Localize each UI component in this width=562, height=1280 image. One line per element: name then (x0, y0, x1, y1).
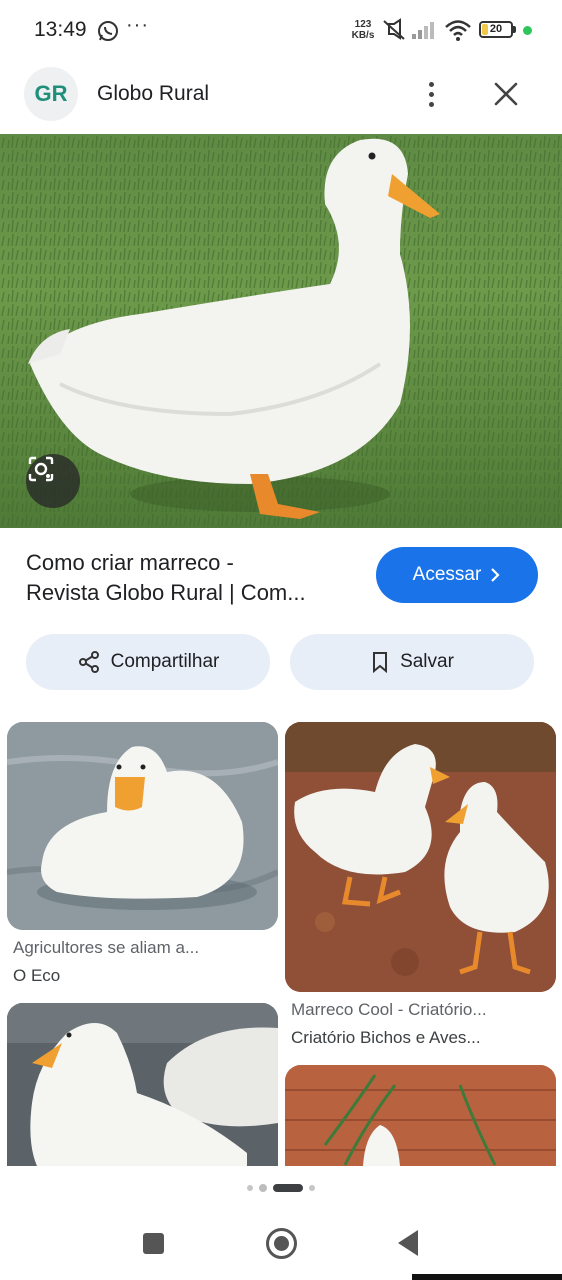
result-title[interactable]: Como criar marreco - Revista Globo Rural… (26, 548, 356, 608)
back-icon[interactable] (398, 1230, 418, 1256)
pager-dot-active (273, 1184, 303, 1192)
pager-dot (247, 1185, 253, 1191)
lens-icon[interactable] (26, 454, 80, 508)
signal-icon (412, 22, 434, 39)
duck-closeup-photo (7, 1003, 278, 1166)
wifi-icon (445, 20, 471, 41)
home-icon[interactable] (266, 1228, 297, 1259)
visit-button[interactable]: Acessar (376, 547, 538, 603)
whatsapp-icon (98, 21, 118, 41)
battery-level: 20 (489, 23, 503, 35)
pager-dot (259, 1184, 267, 1192)
duck-by-brick-wall-photo (285, 1065, 556, 1166)
status-time: 13:49 (34, 18, 87, 41)
related-image-3[interactable] (7, 1003, 278, 1166)
network-speed-value: 123 (354, 19, 372, 30)
duck-photo (0, 134, 562, 528)
save-button[interactable]: Salvar (290, 634, 534, 690)
recent-apps-icon[interactable] (143, 1233, 164, 1254)
viewer-header: GR Globo Rural (0, 62, 562, 134)
related-image-1[interactable] (7, 722, 278, 930)
system-nav-bar (0, 1210, 562, 1280)
duck-in-water-photo (7, 722, 278, 930)
save-label: Salvar (400, 651, 454, 672)
two-ducks-photo (285, 722, 556, 992)
related-title-2[interactable]: Marreco Cool - Criatório... (291, 1000, 487, 1020)
main-image[interactable] (0, 134, 562, 528)
more-vert-icon[interactable] (418, 76, 444, 112)
share-button[interactable]: Compartilhar (26, 634, 270, 690)
battery-icon: 20 (479, 21, 513, 38)
privacy-indicator-dot (523, 26, 532, 35)
result-title-line-2: Revista Globo Rural | Com... (26, 580, 306, 605)
related-image-2[interactable] (285, 722, 556, 992)
chevron-right-icon (491, 568, 500, 582)
related-source-2: Criatório Bichos e Aves... (291, 1028, 481, 1047)
network-speed-unit: KB/s (351, 30, 375, 41)
status-bar: 13:49 ··· 123 KB/s 20 (0, 0, 562, 62)
site-name[interactable]: Globo Rural (97, 82, 209, 106)
mute-icon (383, 18, 405, 40)
related-title-1[interactable]: Agricultores se aliam a... (13, 938, 199, 958)
related-image-4[interactable] (285, 1065, 556, 1166)
close-icon[interactable] (490, 78, 522, 110)
status-more: ··· (126, 14, 149, 36)
share-icon (78, 651, 99, 673)
network-speed: 123 KB/s (350, 19, 376, 41)
bookmark-icon (373, 652, 388, 674)
carousel-pager (0, 1166, 562, 1210)
result-title-line-1: Como criar marreco - (26, 550, 234, 575)
battery-cap (513, 26, 516, 33)
pager-dot (309, 1185, 315, 1191)
related-source-1: O Eco (13, 966, 61, 985)
visit-label: Acessar (412, 564, 482, 585)
share-label: Compartilhar (110, 651, 220, 672)
gesture-bar (412, 1274, 562, 1280)
site-logo: GR (24, 67, 78, 121)
